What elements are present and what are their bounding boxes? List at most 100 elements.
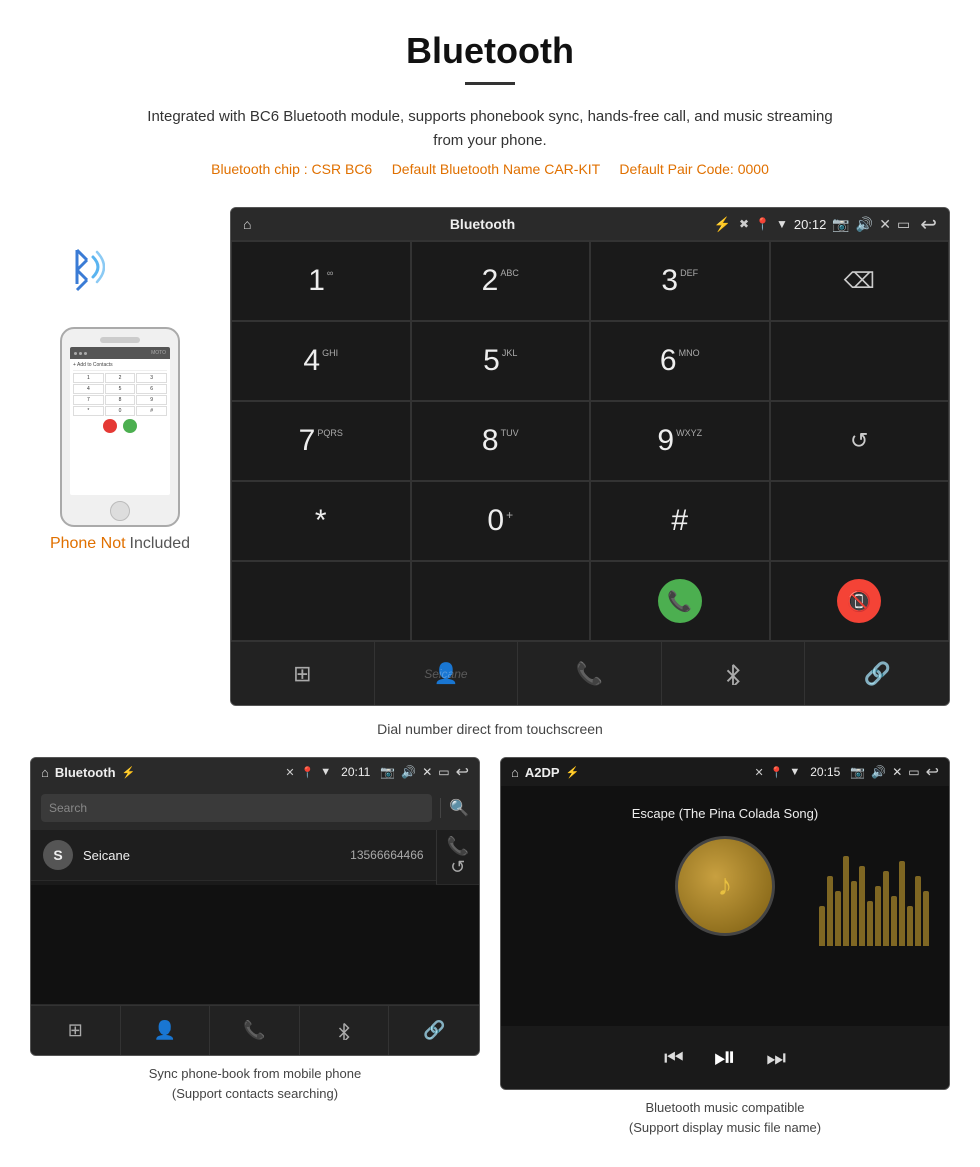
eq-bar: [907, 906, 913, 946]
back-icon[interactable]: ↩: [920, 212, 937, 237]
pb-bt-bottom-icon[interactable]: [300, 1006, 390, 1055]
page-title: Bluetooth: [20, 30, 960, 72]
pb-search-placeholder: Search: [49, 801, 87, 815]
pb-search-input[interactable]: Search: [41, 794, 432, 822]
phone-speaker: [100, 337, 140, 343]
dial-empty-call-1: [231, 561, 411, 641]
pb-link-icon[interactable]: 🔗: [389, 1006, 479, 1055]
pb-contact-number: 13566664466: [350, 848, 423, 862]
dial-caption: Dial number direct from touchscreen: [0, 721, 980, 737]
dial-key-star[interactable]: *: [231, 481, 411, 561]
dial-key-hash[interactable]: #: [590, 481, 770, 561]
pb-loc-icon: 📍: [301, 766, 315, 779]
dial-phone-icon[interactable]: 📞: [518, 642, 662, 705]
music-bt-icon: ✕: [754, 766, 763, 779]
dial-contacts-icon[interactable]: 👤 Seicane: [375, 642, 519, 705]
pb-close-icon[interactable]: ✕: [422, 765, 432, 779]
music-loc-icon: 📍: [770, 766, 784, 779]
music-vol-icon: 🔊: [871, 765, 886, 779]
music-content: Escape (The Pina Colada Song) ♪: [501, 786, 949, 1026]
dial-call-red[interactable]: 📵: [770, 561, 950, 641]
pb-bt-icon: ✕: [285, 766, 294, 779]
music-item: ⌂ A2DP ⚡ ✕ 📍 ▼ 20:15 📷 🔊 ✕ ▭ ↩ Escape (T…: [500, 757, 950, 1137]
header-divider: [465, 82, 515, 85]
pb-refresh-side-icon[interactable]: ↺: [450, 857, 465, 878]
home-icon[interactable]: ⌂: [243, 216, 251, 232]
next-track-button[interactable]: ⏭: [766, 1045, 786, 1071]
dial-empty-call-2: [411, 561, 591, 641]
pb-contact-avatar: S: [43, 840, 73, 870]
dial-status-bar: ⌂ Bluetooth ⚡ ✖ 📍 ▼ 20:12 📷 🔊 ✕ ▭ ↩: [231, 208, 949, 240]
music-time: 20:15: [810, 765, 840, 779]
phonebook-caption-line2: (Support contacts searching): [149, 1084, 361, 1104]
dial-key-8[interactable]: 8TUV: [411, 401, 591, 481]
phone-not-text: Phone Not: [50, 535, 126, 553]
status-time: 20:12: [794, 217, 827, 232]
music-caption-line1: Bluetooth music compatible: [629, 1098, 821, 1118]
dial-grid-icon[interactable]: ⊞: [231, 642, 375, 705]
phonebook-caption-line1: Sync phone-book from mobile phone: [149, 1064, 361, 1084]
dial-key-2[interactable]: 2ABC: [411, 241, 591, 321]
dial-screen-title: Bluetooth: [259, 216, 705, 232]
close-icon[interactable]: ✕: [879, 216, 891, 233]
red-call-button[interactable]: 📵: [837, 579, 881, 623]
dial-key-9[interactable]: 9WXYZ: [590, 401, 770, 481]
music-song-title: Escape (The Pina Colada Song): [632, 806, 818, 821]
green-call-button[interactable]: 📞: [658, 579, 702, 623]
dial-key-backspace[interactable]: ⌫: [770, 241, 950, 321]
pb-contact-row[interactable]: S Seicane 13566664466: [31, 830, 436, 881]
pb-empty-area: [31, 885, 479, 1005]
pb-bottom-bar: ⊞ 👤 📞 🔗: [31, 1005, 479, 1055]
music-note-icon: ♪: [718, 869, 733, 903]
spec-chip: Bluetooth chip : CSR BC6: [211, 161, 372, 177]
dial-key-6[interactable]: 6MNO: [590, 321, 770, 401]
dial-settings-icon[interactable]: 🔗: [805, 642, 949, 705]
camera-icon: 📷: [832, 216, 849, 233]
eq-bar: [835, 891, 841, 946]
phone-not-included-label: Phone Not Included: [50, 535, 190, 553]
music-close-icon[interactable]: ✕: [892, 765, 902, 779]
dial-key-1[interactable]: 1∞: [231, 241, 411, 321]
dial-grid: 1∞ 2ABC 3DEF ⌫ 4GHI 5JKL: [231, 240, 949, 641]
eq-bar: [923, 891, 929, 946]
eq-bar: [819, 906, 825, 946]
usb-icon: ⚡: [714, 216, 731, 233]
pb-person-icon[interactable]: 👤: [121, 1006, 211, 1055]
volume-icon: 🔊: [856, 216, 873, 233]
pb-home-icon[interactable]: ⌂: [41, 765, 49, 780]
pb-search-icon[interactable]: 🔍: [449, 798, 469, 818]
music-back-icon[interactable]: ↩: [926, 762, 939, 782]
pb-contact-initial: S: [53, 847, 62, 863]
page-header: Bluetooth Integrated with BC6 Bluetooth …: [0, 0, 980, 207]
dial-call-green[interactable]: 📞: [590, 561, 770, 641]
dial-key-0[interactable]: 0+: [411, 481, 591, 561]
prev-track-button[interactable]: ⏮: [664, 1045, 684, 1071]
pb-search-bar: Search 🔍: [31, 786, 479, 830]
play-pause-button[interactable]: ⏯: [714, 1041, 736, 1074]
music-home-icon[interactable]: ⌂: [511, 765, 519, 780]
pb-time: 20:11: [341, 765, 370, 779]
window-icon[interactable]: ▭: [897, 216, 910, 233]
eq-bar: [827, 876, 833, 946]
pb-call-side-icon[interactable]: 📞: [447, 836, 469, 857]
phone-included-text: Included: [130, 535, 191, 553]
dial-key-3[interactable]: 3DEF: [590, 241, 770, 321]
dial-bluetooth-icon[interactable]: [662, 642, 806, 705]
dial-refresh[interactable]: ↺: [770, 401, 950, 481]
spec-bt-name: Default Bluetooth Name CAR-KIT: [392, 161, 600, 177]
dial-key-5[interactable]: 5JKL: [411, 321, 591, 401]
music-usb-icon: ⚡: [566, 766, 580, 779]
dial-key-7[interactable]: 7PQRS: [231, 401, 411, 481]
music-win-icon[interactable]: ▭: [908, 765, 919, 779]
phone-area: MOTO + Add to Contacts 123 456 789 *0#: [30, 207, 210, 553]
pb-phone-icon[interactable]: 📞: [210, 1006, 300, 1055]
pb-grid-icon[interactable]: ⊞: [31, 1006, 121, 1055]
eq-bar: [867, 901, 873, 946]
pb-back-icon[interactable]: ↩: [456, 762, 469, 782]
bottom-row: ⌂ Bluetooth ⚡ ✕ 📍 ▼ 20:11 📷 🔊 ✕ ▭ ↩ Sear…: [0, 757, 980, 1167]
dial-key-4[interactable]: 4GHI: [231, 321, 411, 401]
eq-bar: [915, 876, 921, 946]
pb-win-icon[interactable]: ▭: [438, 765, 449, 779]
spec-pair-code: Default Pair Code: 0000: [619, 161, 768, 177]
music-caption-line2: (Support display music file name): [629, 1118, 821, 1138]
